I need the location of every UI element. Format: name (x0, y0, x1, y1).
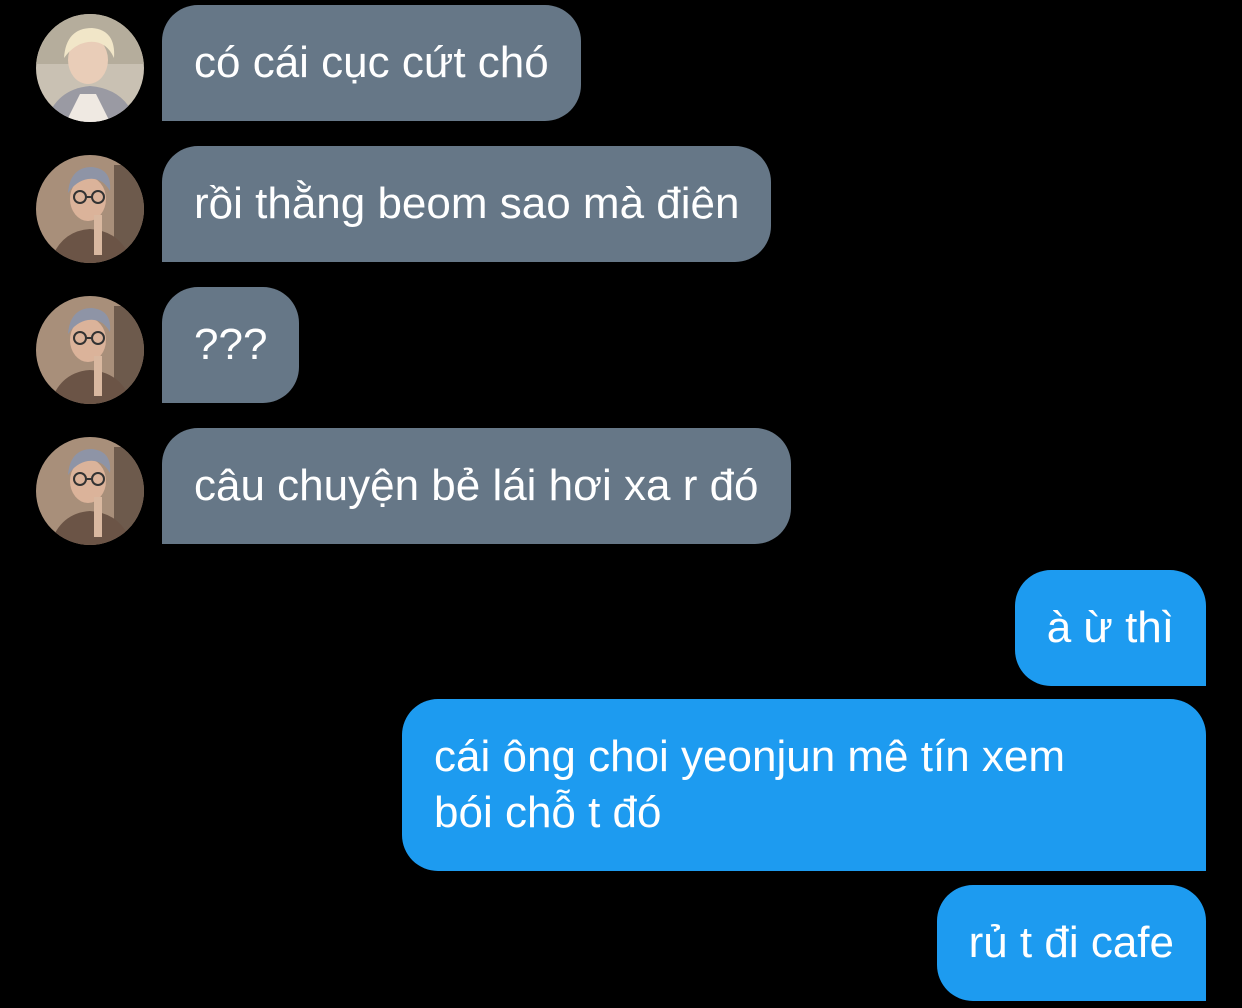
glasses-person-avatar-icon (36, 296, 144, 404)
message-text-line: bói chỗ t đó (434, 788, 662, 837)
glasses-person-avatar-icon (36, 437, 144, 545)
message-text: câu chuyện bẻ lái hơi xa r đó (194, 461, 759, 510)
message-text: có cái cục cứt chó (194, 38, 549, 87)
message-text-line: cái ông choi yeonjun mê tín xem (434, 732, 1066, 781)
incoming-message[interactable]: rồi thằng beom sao mà điên (162, 146, 772, 262)
message-text: rồi thằng beom sao mà điên (194, 179, 740, 228)
sender-avatar-glasses[interactable] (36, 296, 144, 404)
message-text: à ừ thì (1046, 603, 1174, 652)
incoming-message[interactable]: có cái cục cứt chó (162, 5, 581, 121)
outgoing-message[interactable]: rủ t đi cafe (936, 885, 1206, 1001)
sender-avatar-glasses[interactable] (36, 437, 144, 545)
incoming-message[interactable]: câu chuyện bẻ lái hơi xa r đó (162, 428, 791, 544)
glasses-person-avatar-icon (36, 155, 144, 263)
sender-avatar-blond[interactable] (36, 14, 144, 122)
incoming-message[interactable]: ??? (162, 287, 300, 403)
message-text: rủ t đi cafe (968, 918, 1174, 967)
message-text: ??? (194, 320, 268, 369)
blond-person-avatar-icon (36, 14, 144, 122)
sender-avatar-glasses[interactable] (36, 155, 144, 263)
outgoing-message[interactable]: à ừ thì (1014, 570, 1206, 686)
outgoing-message[interactable]: cái ông choi yeonjun mê tín xem bói chỗ … (402, 699, 1206, 871)
